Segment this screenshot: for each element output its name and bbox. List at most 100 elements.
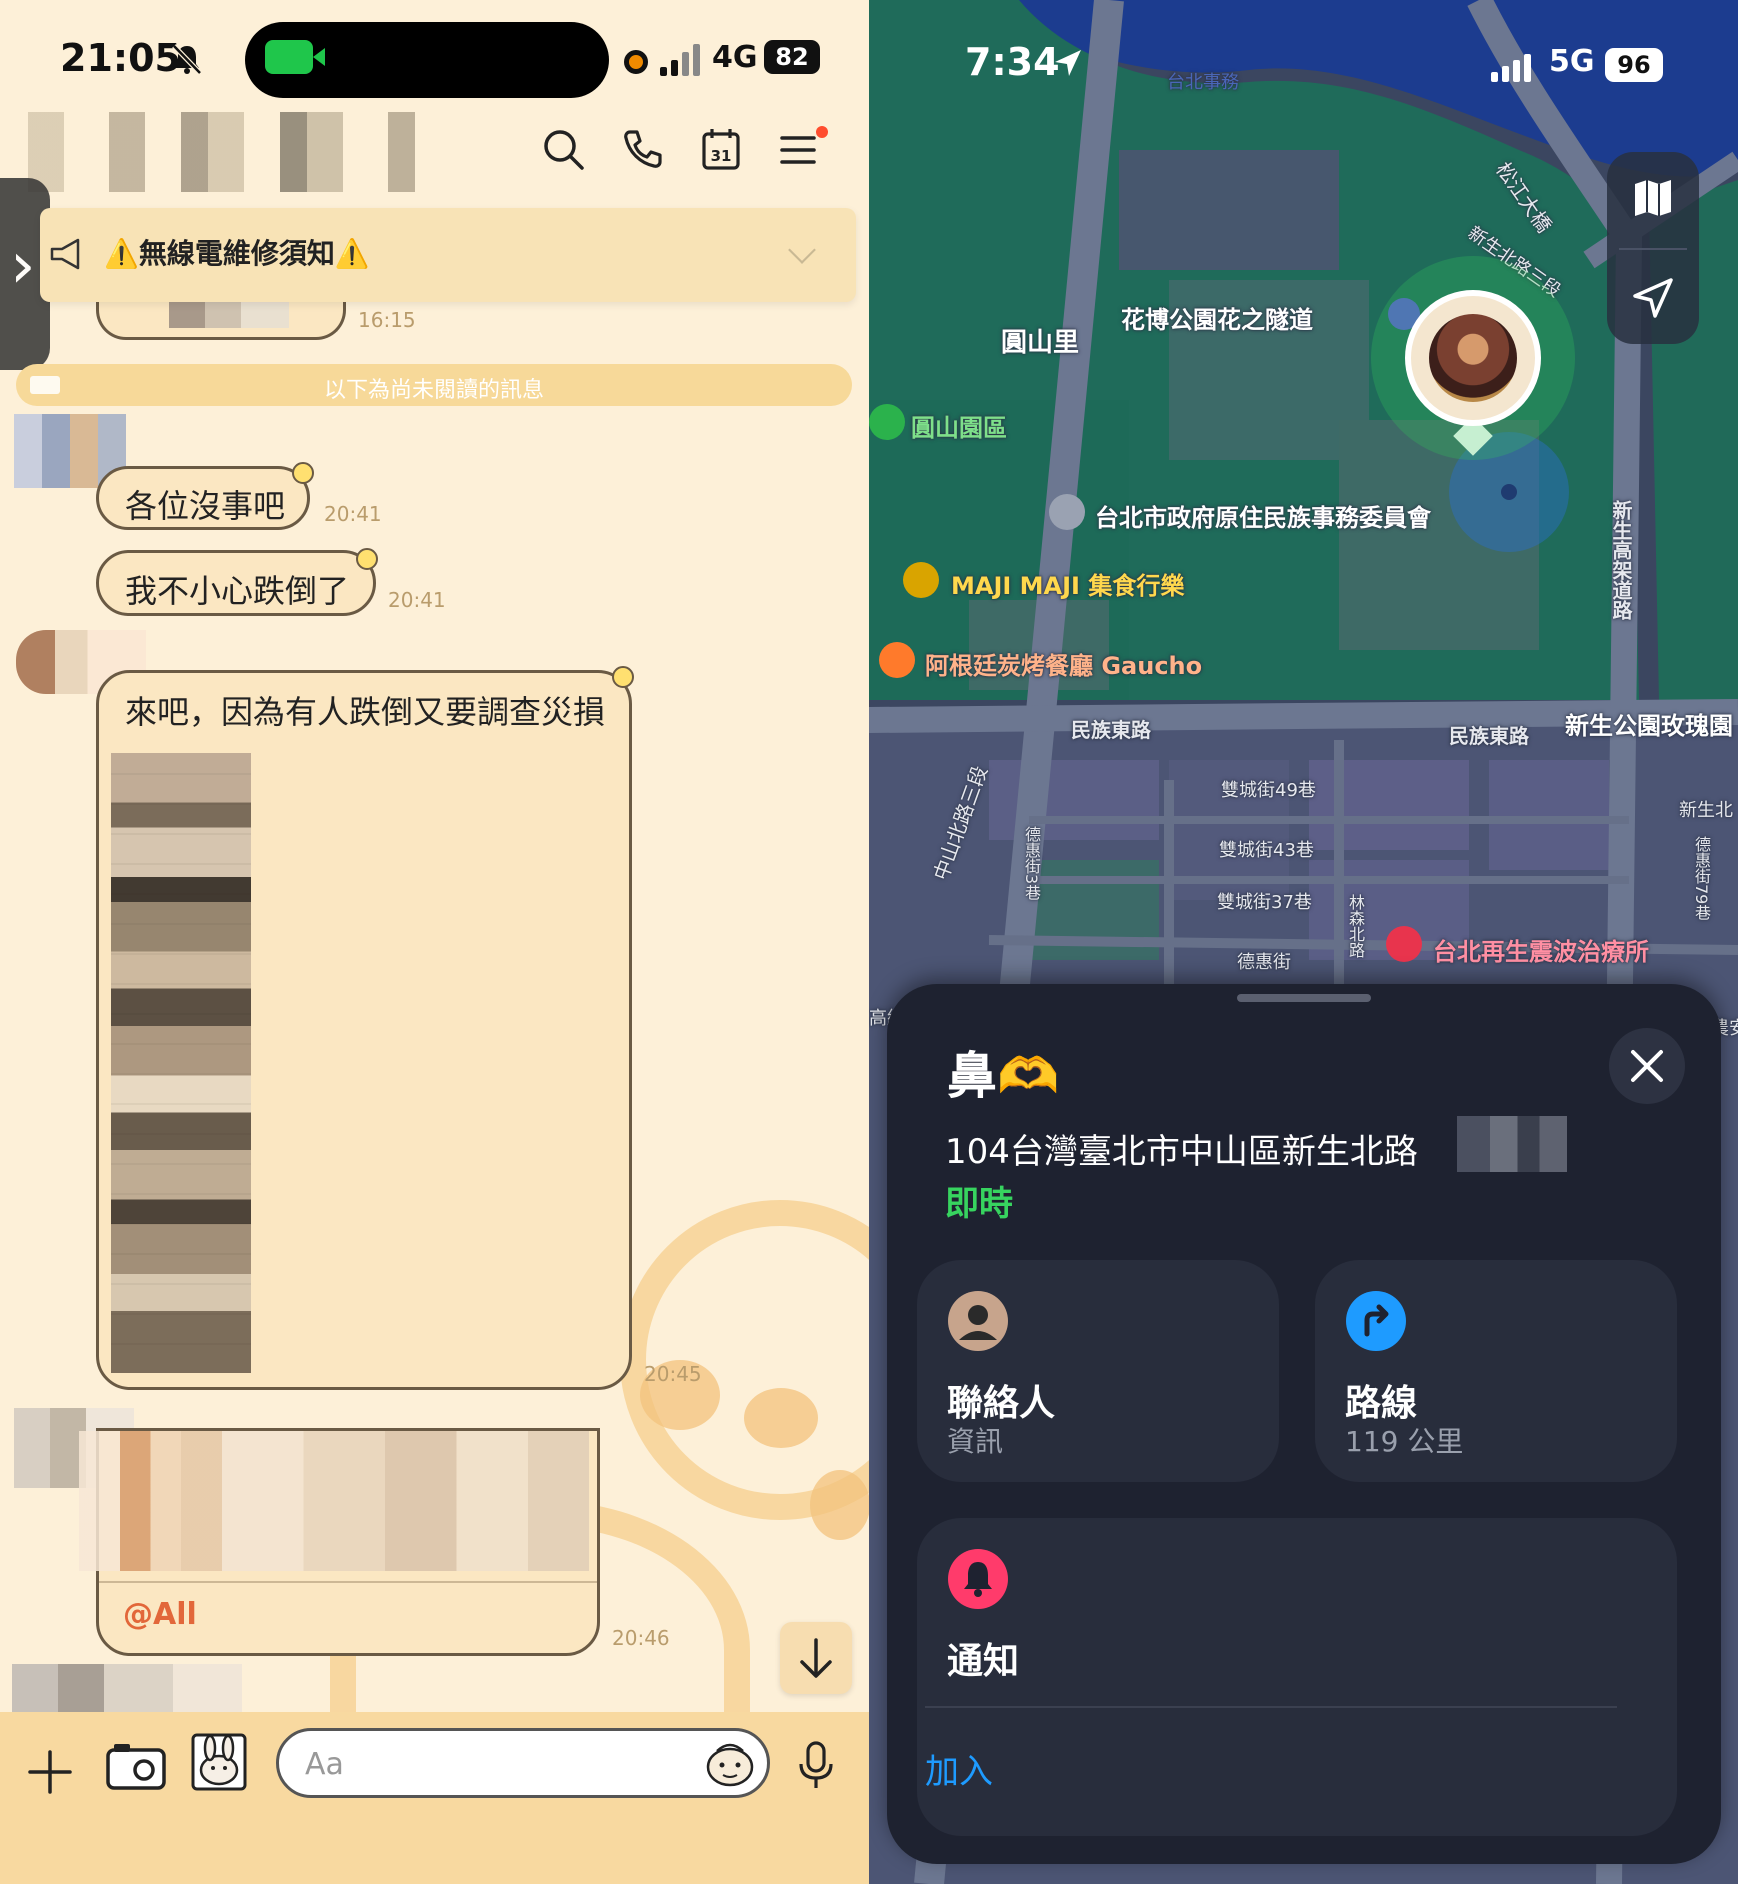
chat-title-blurred [28,112,478,192]
line-chat-screen: 21:05 4G 82 31 › 16:15 ⚠️無線電維修須知⚠️ 以下為尚未… [0,0,869,1884]
directions-card-button[interactable]: 路線 119 公里 [1315,1260,1677,1482]
message-input[interactable]: Aa [276,1728,770,1798]
message-bubble[interactable]: 來吧，因為有人跌倒又要調查災損 [96,670,632,1390]
message-timestamp: 16:15 [358,308,416,332]
map-label[interactable]: 新生公園玫瑰園 [1565,706,1733,741]
unread-divider-text: 以下為尚未閱讀的訊息 [323,378,544,403]
star-icon [612,666,634,688]
microphone-icon[interactable] [796,1740,836,1792]
message-input-placeholder: Aa [305,1747,344,1782]
signal-icon [1491,54,1531,82]
map-label: 德惠街 [1237,952,1291,973]
map-label: 雙城街49巷 [1221,780,1316,801]
blurred-content [79,1431,589,1571]
star-icon [356,548,378,570]
megaphone-icon [50,238,80,270]
plus-icon[interactable] [26,1748,74,1796]
emoji-sticker-icon[interactable] [703,1737,757,1789]
status-bar: 21:05 4G 82 [0,22,869,100]
bell-off-icon [172,44,202,75]
announcement-banner[interactable]: ⚠️無線電維修須知⚠️ [40,208,856,302]
current-location-icon[interactable] [1631,276,1675,320]
chevron-down-icon[interactable] [788,236,816,264]
star-icon [292,462,314,484]
live-status: 即時 [945,1184,1013,1224]
park-pin-icon[interactable] [869,404,905,440]
chat-header: 31 [0,108,869,198]
add-notification-link[interactable]: 加入 [925,1744,993,1793]
message-timestamp: 20:46 [612,1626,670,1650]
map-label: 雙城街43巷 [1219,840,1314,861]
restaurant-pin-icon[interactable] [879,642,915,678]
mention-text[interactable]: @All [123,1597,197,1632]
map-label: 林森北路 [1346,894,1365,958]
map-label: 德惠街79巷 [1692,836,1711,921]
dynamic-island [245,22,609,98]
signal-icon [660,42,704,76]
announcement-text: ⚠️無線電維修須知⚠️ [104,237,370,270]
message-text: 來吧，因為有人跌倒又要調查災損 [125,693,606,731]
person-name: 鼻🫶 [947,1047,1060,1105]
network-type: 5G [1549,44,1595,79]
message-input-bar: Aa [0,1712,869,1884]
status-bar: 7:34 5G 96 [869,40,1738,100]
map-label[interactable]: 台北再生震波治療所 [1433,932,1649,967]
close-button[interactable] [1609,1028,1685,1104]
map-label: 民族東路 [1449,724,1529,748]
map-label[interactable]: 圓山園區 [911,408,1007,443]
avatar[interactable] [12,1664,242,1712]
sticker-icon[interactable] [190,1732,248,1792]
person-icon [948,1291,1008,1351]
map-label[interactable]: MAJI MAJI 集食行樂 [951,566,1184,601]
divider [99,1581,597,1583]
background-decoration [810,1470,869,1540]
calendar-icon[interactable]: 31 [698,126,744,172]
notifications-card: 通知 [917,1518,1677,1836]
notifications-title: 通知 [947,1641,1020,1682]
phone-icon[interactable] [620,126,666,172]
status-time: 7:34 [965,40,1060,84]
map-controls [1607,152,1699,344]
map-label[interactable]: 阿根廷炭烤餐廳 Gaucho [925,646,1202,681]
location-arrow-icon [1055,50,1081,76]
map-label[interactable]: 台北市政府原住民族事務委員會 [1095,498,1431,533]
network-type: 4G [712,40,758,75]
map-label: 雙城街37巷 [1217,892,1312,913]
message-text: 各位沒事吧 [125,487,286,525]
avatar [1429,314,1517,402]
battery-level: 82 [764,40,820,74]
message-timestamp: 20:45 [644,1362,702,1386]
status-time: 21:05 [60,36,181,80]
medical-pin-icon[interactable] [1386,926,1422,962]
unread-divider: 以下為尚未閱讀的訊息 [16,364,852,406]
scroll-to-bottom-button[interactable] [780,1622,852,1694]
message-bubble[interactable]: @All [79,1428,600,1656]
map-label[interactable]: 花博公園花之隧道 [1121,300,1313,335]
search-icon[interactable] [540,126,586,172]
government-pin-icon[interactable] [1049,494,1085,530]
map-label: 圓山里 [1001,328,1080,358]
contact-subtitle: 資訊 [947,1425,1004,1458]
blurred-image[interactable] [111,753,251,1373]
close-icon [1631,1050,1663,1082]
camera-icon[interactable] [104,1738,168,1794]
background-decoration [744,1388,818,1448]
recording-indicator [624,50,648,74]
contact-card-button[interactable]: 聯絡人 資訊 [917,1260,1279,1482]
directions-title: 路線 [1345,1383,1418,1424]
map-mode-icon[interactable] [1631,176,1675,220]
message-timestamp: 20:41 [388,588,446,612]
friend-location-avatar[interactable] [1405,290,1541,426]
directions-icon [1346,1291,1406,1351]
message-bubble[interactable]: 各位沒事吧 [96,466,310,530]
location-address: 104台灣臺北市中山區新生北路 [945,1132,1418,1172]
message-text: 我不小心跌倒了 [125,572,350,610]
contact-title: 聯絡人 [947,1383,1056,1424]
divider [925,1706,1617,1708]
facetime-icon [265,40,325,74]
shopping-pin-icon[interactable] [903,562,939,598]
map-label: 新生高架道路 [1609,500,1633,620]
sheet-grabber[interactable] [1237,994,1371,1002]
message-bubble[interactable]: 我不小心跌倒了 [96,550,376,616]
person-detail-sheet: 鼻🫶 104台灣臺北市中山區新生北路 即時 聯絡人 資訊 路線 119 公里 通… [887,984,1721,1864]
